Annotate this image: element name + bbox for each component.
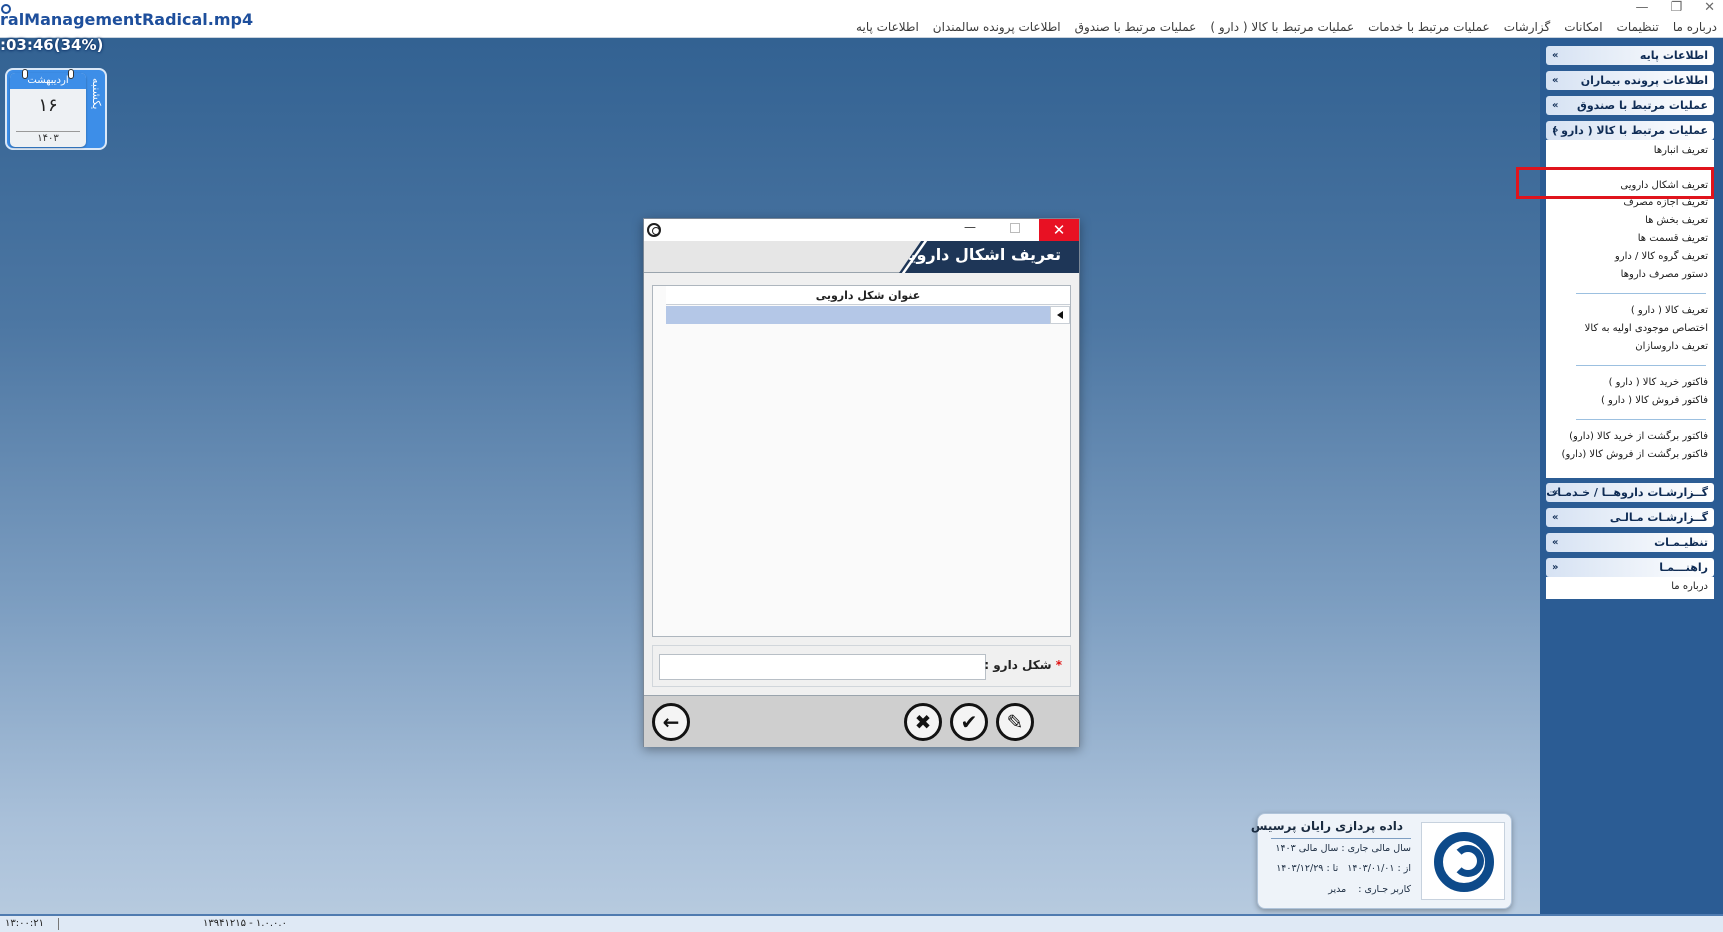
chevron-up-icon: « <box>1552 125 1559 136</box>
confirm-button[interactable]: ✔ <box>950 703 988 741</box>
minimize-icon[interactable]: — <box>964 220 976 234</box>
calendar-widget: اردیبهشت ۱۶ ۱۴۰۳ یکشنبه <box>5 68 107 150</box>
panel-item-warehouses[interactable]: تعریف انبارها <box>1654 145 1708 156</box>
video-filename-overlay: ralManagementRadical.mp4 <box>0 4 253 29</box>
help-items: درباره ما <box>1546 577 1714 599</box>
status-time: ۱۳:۰۰:۲۱ <box>5 918 44 929</box>
dialog-titlebar: — ✕ <box>644 219 1079 241</box>
panel-section-drug-reports[interactable]: » گــزارشـات داروهــا / خـدمـات <box>1546 483 1714 502</box>
required-asterisk: * <box>1055 658 1062 672</box>
panel-item-purchase-return[interactable]: فاکتور برگشت از خرید کالا (دارو) <box>1569 431 1708 442</box>
calendar-weekday: یکشنبه <box>90 78 103 110</box>
panel-item-departments[interactable]: تعریف بخش ها <box>1645 215 1708 226</box>
menu-item-about[interactable]: درباره ما <box>1673 20 1717 34</box>
panel-item-pharmacists[interactable]: تعریف داروسازان <box>1635 341 1708 352</box>
panel-item-sections[interactable]: تعریف قسمت ها <box>1638 233 1708 244</box>
company-name: داده پردازی رایان پرسیس <box>1250 819 1403 833</box>
chevron-up-icon: « <box>1552 562 1559 573</box>
menu-item-settings[interactable]: تنظیمات <box>1617 20 1659 34</box>
panel-item-sales-return[interactable]: فاکتور برگشت از فروش کالا (دارو) <box>1562 449 1708 460</box>
edit-button[interactable]: ✎ <box>996 703 1034 741</box>
menu-bar: — ❐ ✕ اطلاعات پایه اطلاعات پرونده سالمند… <box>0 0 1723 38</box>
calendar-year: ۱۴۰۳ <box>37 133 59 144</box>
menu-item-tools[interactable]: امکانات <box>1564 20 1602 34</box>
record-icon <box>1 4 11 14</box>
maximize-icon <box>1010 223 1020 233</box>
drug-form-input[interactable] <box>659 654 986 680</box>
dialog-title: تعریف اشکال دارویی <box>894 245 1061 264</box>
table-row[interactable] <box>666 306 1050 324</box>
divider <box>1576 419 1706 420</box>
panel-item-sales-invoice[interactable]: فاکتور فروش کالا ( دارو ) <box>1601 395 1708 406</box>
panel-section-patient-records[interactable]: » اطلاعات پرونده بیماران <box>1546 71 1714 90</box>
current-user-row: کاربر جـاری : مدیر <box>1328 884 1411 895</box>
status-version: ۱۳۹۴۱۲۱۵ - ۱.۰.۰.۰ <box>203 918 287 929</box>
restore-icon[interactable]: ❐ <box>1670 0 1682 16</box>
panel-item-about[interactable]: درباره ما <box>1671 581 1708 592</box>
close-icon[interactable]: ✕ <box>1704 0 1715 16</box>
cancel-button[interactable]: ✖ <box>904 703 942 741</box>
close-button[interactable]: ✕ <box>1039 219 1079 241</box>
menu-item-reports[interactable]: گزارشات <box>1504 20 1550 34</box>
panel-section-cashbox[interactable]: » عملیات مرتبط با صندوق <box>1546 96 1714 115</box>
dialog-header: تعریف اشکال دارویی <box>644 241 1079 273</box>
panel-section-settings[interactable]: » تنظیـمـات <box>1546 533 1714 552</box>
menu-item-service-operations[interactable]: عملیات مرتبط با خدمات <box>1368 20 1490 34</box>
calendar-page: اردیبهشت ۱۶ ۱۴۰۳ <box>10 69 86 147</box>
company-info-card: داده پردازی رایان پرسیس سال مالی جاری : … <box>1251 813 1512 909</box>
divider <box>1271 838 1411 839</box>
panel-item-usage-instructions[interactable]: دستور مصرف داروها <box>1621 269 1708 280</box>
menu-item-drug-operations[interactable]: عملیات مرتبط با کالا ( دارو ) <box>1210 20 1354 34</box>
divider <box>16 131 80 132</box>
chevron-down-icon: » <box>1552 75 1559 86</box>
drug-forms-grid[interactable]: عنوان شکل دارویی <box>652 285 1071 637</box>
panel-item-define-drug[interactable]: تعریف کالا ( دارو ) <box>1631 305 1708 316</box>
back-button[interactable]: ← <box>652 703 690 741</box>
ring-icon <box>22 69 28 79</box>
title-banner: تعریف اشکال دارویی <box>899 241 1079 273</box>
panel-item-purchase-invoice[interactable]: فاکتور خرید کالا ( دارو ) <box>1609 377 1708 388</box>
menu-item-cashbox[interactable]: عملیات مرتبط با صندوق <box>1075 20 1197 34</box>
chevron-down-icon: » <box>1552 487 1559 498</box>
panel-section-drug-operations[interactable]: «عملیات مرتبط با کالا ( دارو ) <box>1546 121 1714 140</box>
status-bar: ۱۳:۰۰:۲۱ ۱۳۹۴۱۲۱۵ - ۱.۰.۰.۰ <box>0 914 1723 932</box>
chevron-down-icon: » <box>1552 50 1559 61</box>
panel-item-drug-groups[interactable]: تعریف گروه کالا / دارو <box>1615 251 1708 262</box>
panel-section-base-info[interactable]: » اطلاعات پایه <box>1546 46 1714 65</box>
calendar-day: ۱۶ <box>38 95 58 116</box>
divider <box>58 918 59 930</box>
dialog-toolbar: ← ✖ ✔ ✎ <box>644 695 1079 747</box>
highlight-box <box>1516 167 1714 199</box>
date-range-row: از : ۱۴۰۳/۰۱/۰۱ تا : ۱۴۰۳/۱۲/۲۹ <box>1276 863 1411 874</box>
minimize-icon[interactable]: — <box>1635 0 1648 16</box>
menu-item-elderly-records[interactable]: اطلاعات پرونده سالمندان <box>933 20 1061 34</box>
divider <box>1576 293 1706 294</box>
app-icon <box>647 223 661 237</box>
panel-section-help[interactable]: «راهنـــمـا <box>1546 558 1714 577</box>
menu-item-base-info[interactable]: اطلاعات پایه <box>856 20 919 34</box>
row-indicator-icon[interactable] <box>1050 306 1070 324</box>
video-time-overlay: :03:46(34%) <box>0 36 104 54</box>
ring-icon <box>68 69 74 79</box>
drug-form-label: * شکل دارو : <box>984 658 1062 672</box>
chevron-down-icon: » <box>1552 100 1559 111</box>
grid-column-header[interactable]: عنوان شکل دارویی <box>666 286 1070 305</box>
chevron-down-icon: » <box>1552 537 1559 548</box>
drug-forms-dialog: — ✕ تعریف اشکال دارویی عنوان شکل دارویی … <box>643 218 1080 747</box>
form-field-box: * شکل دارو : <box>652 645 1071 687</box>
panel-item-initial-stock[interactable]: اختصاص موجودی اولیه به کالا <box>1585 323 1708 334</box>
company-logo <box>1421 822 1505 900</box>
divider <box>1576 365 1706 366</box>
main-menu: اطلاعات پایه اطلاعات پرونده سالمندان عمل… <box>856 20 1717 34</box>
chevron-down-icon: » <box>1552 512 1559 523</box>
window-controls: — ❐ ✕ <box>1635 0 1715 16</box>
fiscal-year-row: سال مالی جاری : سال مالی ۱۴۰۳ <box>1275 843 1411 854</box>
panel-section-financial-reports[interactable]: » گــزارشـات مـالـی <box>1546 508 1714 527</box>
